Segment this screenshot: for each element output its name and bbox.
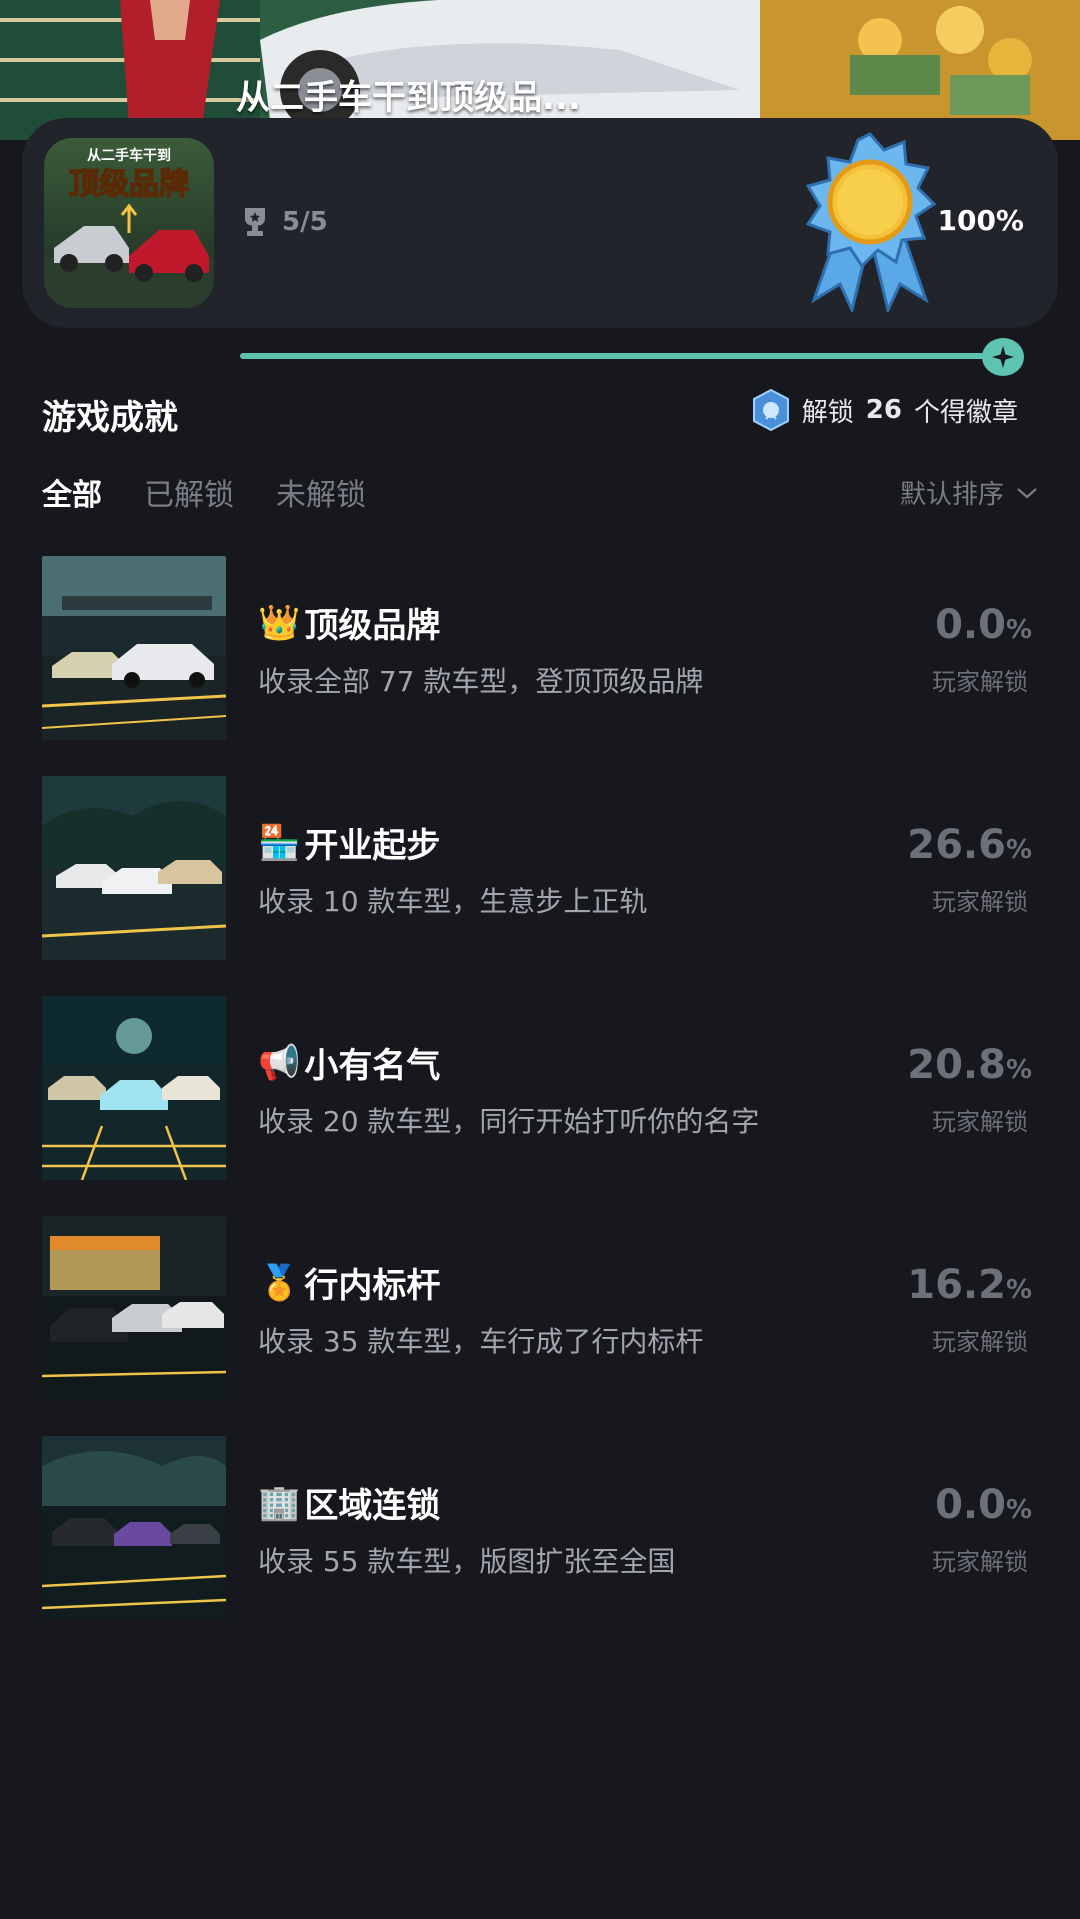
achievement-title-text: 开业起步	[304, 826, 441, 866]
achievement-description: 收录 35 款车型，车行成了行内标杆	[258, 1325, 704, 1358]
achievement-rate-label: 玩家解锁	[932, 888, 1028, 916]
achievement-title: 🏪 开业起步	[258, 818, 440, 867]
achievement-description: 收录 55 款车型，版图扩张至全国	[258, 1545, 676, 1578]
game-cover-image[interactable]: 从二手车干到 顶级品牌	[44, 138, 214, 308]
achievement-title: 🏢 区域连锁	[258, 1478, 440, 1527]
crown-icon: 👑	[258, 602, 301, 643]
achievement-description: 收录 20 款车型，同行开始打听你的名字	[258, 1105, 760, 1138]
achievement-unlock-rate: 26.6%	[907, 822, 1032, 868]
achievement-title-text: 行内标杆	[304, 1266, 441, 1306]
achievement-progress: 5/5	[242, 204, 328, 240]
achievement-description: 收录 10 款车型，生意步上正轨	[258, 885, 648, 918]
badge-icon	[752, 389, 789, 431]
achievement-unlock-rate: 16.2%	[907, 1262, 1032, 1308]
tab-unlocked[interactable]: 已解锁	[144, 470, 234, 514]
achievement-item[interactable]: 🏅 行内标杆 收录 35 款车型，车行成了行内标杆 16.2% 玩家解锁	[0, 1216, 1080, 1436]
tab-all[interactable]: 全部	[42, 470, 102, 514]
completion-progress-bar	[240, 353, 1006, 359]
achievement-description: 收录全部 77 款车型，登顶顶级品牌	[258, 665, 704, 698]
achievement-count: 5/5	[282, 207, 328, 237]
achievement-title-text: 顶级品牌	[304, 606, 441, 646]
chevron-down-icon	[1017, 487, 1037, 498]
achievement-unlock-rate: 0.0%	[935, 602, 1032, 648]
achievement-thumbnail	[42, 996, 226, 1180]
section-title: 游戏成就	[42, 398, 178, 438]
cover-title-big: 顶级品牌	[69, 167, 189, 202]
achievement-list: 👑 顶级品牌 收录全部 77 款车型，登顶顶级品牌 0.0% 玩家解锁 🏪 开业…	[0, 556, 1080, 1656]
achievement-unlock-rate: 0.0%	[935, 1482, 1032, 1528]
trophy-icon	[245, 208, 265, 236]
badge-prefix: 解锁	[801, 397, 854, 428]
rosette-medal-icon	[805, 132, 937, 312]
filter-tabs: 全部 已解锁 未解锁	[42, 470, 366, 514]
achievement-thumbnail	[42, 776, 226, 960]
badge-summary[interactable]: 解锁 26 个得徽章	[752, 388, 1018, 432]
achievement-title: 📢 小有名气	[258, 1038, 440, 1087]
achievement-title: 🏅 行内标杆	[258, 1258, 440, 1307]
achievement-thumbnail	[42, 1216, 226, 1400]
achievement-thumbnail	[42, 1436, 226, 1620]
tab-locked[interactable]: 未解锁	[276, 470, 366, 514]
store-icon: 🏪	[258, 822, 301, 863]
achievement-rate-label: 玩家解锁	[932, 1548, 1028, 1576]
game-cover-art: 从二手车干到 顶级品牌	[44, 138, 214, 308]
achievement-thumbnail	[42, 556, 226, 740]
achievement-item[interactable]: 📢 小有名气 收录 20 款车型，同行开始打听你的名字 20.8% 玩家解锁	[0, 996, 1080, 1216]
achievement-unlock-rate: 20.8%	[907, 1042, 1032, 1088]
achievements-page: 从二手车干到顶级品... 从二手车干到 顶级品牌 5/5 100% 游戏成就 解…	[0, 0, 1080, 1919]
megaphone-icon: 📢	[258, 1042, 301, 1083]
achievement-item[interactable]: 👑 顶级品牌 收录全部 77 款车型，登顶顶级品牌 0.0% 玩家解锁	[0, 556, 1080, 776]
achievement-item[interactable]: 🏪 开业起步 收录 10 款车型，生意步上正轨 26.6% 玩家解锁	[0, 776, 1080, 996]
achievement-title-text: 小有名气	[304, 1046, 441, 1086]
progress-knob	[982, 338, 1024, 376]
office-building-icon: 🏢	[258, 1482, 301, 1523]
achievement-rate-label: 玩家解锁	[932, 1108, 1028, 1136]
cover-title-small: 从二手车干到	[87, 147, 171, 164]
badge-suffix: 个得徽章	[913, 397, 1018, 428]
medal-icon: 🏅	[258, 1262, 301, 1303]
banner-title: 从二手车干到顶级品...	[236, 78, 581, 118]
achievement-rate-label: 玩家解锁	[932, 668, 1028, 696]
badge-count: 26	[865, 395, 902, 425]
game-summary-card: 从二手车干到 顶级品牌 5/5 100%	[22, 118, 1058, 328]
completion-percent: 100%	[937, 204, 1024, 237]
achievement-item[interactable]: 🏢 区域连锁 收录 55 款车型，版图扩张至全国 0.0% 玩家解锁	[0, 1436, 1080, 1656]
achievement-title-text: 区域连锁	[304, 1486, 441, 1526]
achievement-rate-label: 玩家解锁	[932, 1328, 1028, 1356]
sparkle-icon	[992, 346, 1014, 368]
sort-dropdown[interactable]: 默认排序	[900, 474, 1038, 511]
achievement-title: 👑 顶级品牌	[258, 598, 440, 647]
sort-label: 默认排序	[899, 480, 1004, 510]
